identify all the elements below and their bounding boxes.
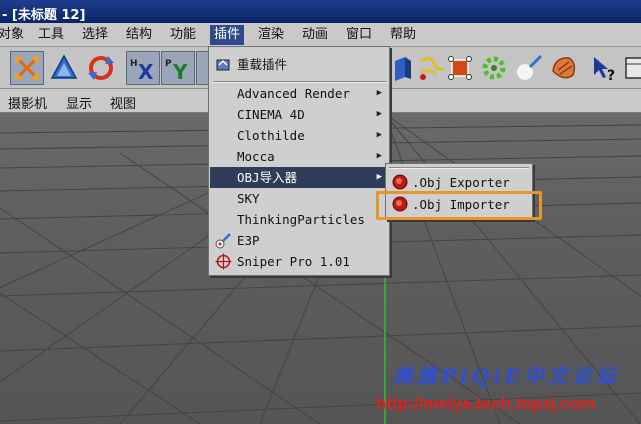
submenu-arrow-icon: ▶ [376,109,382,119]
window-title: - [未标题 12] [2,8,86,23]
main-menubar: 对象 工具 选择 结构 功能 插件 渲染 动画 窗口 帮助 [0,23,641,47]
submenu-arrow-icon: ▶ [376,172,382,182]
menu-selection[interactable]: 选择 [78,26,112,44]
y-axis-icon: P Y [165,59,188,83]
x-axis-lock-button[interactable]: H X [126,51,160,85]
deformer-box-icon [448,56,472,80]
svg-text:?: ? [607,68,615,83]
y-axis-lock-button[interactable]: P Y [161,51,195,85]
svg-text:X: X [138,60,154,83]
menu-animation[interactable]: 动画 [298,26,332,44]
viewport-menu-view[interactable]: 视图 [110,93,136,112]
scale-icon [50,54,78,79]
menu-item-e3p[interactable]: E3P [210,230,388,251]
menu-item-advanced-render[interactable]: Advanced Render ▶ [210,83,388,104]
menu-item-thinking-particles[interactable]: ThinkingParticles [210,209,388,230]
menu-item-mocca[interactable]: Mocca ▶ [210,146,388,167]
menu-item-label: .Obj Exporter [412,175,510,190]
light-object-button[interactable] [512,51,546,85]
menu-item-label: OBJ导入器 [237,170,298,185]
menu-item-obj-importer[interactable]: OBJ导入器 ▶ [210,167,388,188]
window-title-bar: - [未标题 12] [0,0,641,23]
sphere-material-icon [552,57,576,79]
menu-help[interactable]: 帮助 [386,26,420,44]
menu-item-cinema-4d[interactable]: CINEMA 4D ▶ [210,104,388,125]
menu-item-label: Mocca [237,149,275,164]
menu-item-sniper-pro[interactable]: Sniper Pro 1.01 [210,251,388,272]
watermark-forum-name: 美雅PiQiE中文论坛 [393,364,620,388]
menu-structure[interactable]: 结构 [122,26,156,44]
menu-item-obj-exporter[interactable]: .Obj Exporter [387,172,531,193]
obj-exporter-icon [392,174,408,190]
e3p-icon [215,233,231,249]
menu-item-reload-plugins[interactable]: 重载插件 [210,54,388,75]
plugins-dropdown-menu: 重载插件 Advanced Render ▶ CINEMA 4D ▶ Cloth… [208,46,390,276]
nurbs-object-button[interactable] [443,51,477,85]
menu-item-label: CINEMA 4D [237,107,305,122]
rotate-icon [88,56,114,80]
crosshair-icon [215,253,232,270]
array-object-button[interactable] [477,51,511,85]
viewport-menu-display[interactable]: 显示 [66,93,92,112]
light-icon [517,54,543,80]
gear-array-icon [482,56,506,80]
importer-highlight-outline [376,191,542,220]
submenu-arrow-icon: ▶ [376,151,382,161]
menu-item-label: Clothilde [237,128,305,143]
menu-item-sky[interactable]: SKY [210,188,388,209]
render-view-icon [625,57,641,79]
cube-icon [395,57,411,81]
menu-separator [389,167,529,169]
move-tool-button[interactable] [10,51,44,85]
menu-tools[interactable]: 工具 [34,26,68,44]
menu-item-label: Advanced Render [237,86,350,101]
menu-item-clothilde[interactable]: Clothilde ▶ [210,125,388,146]
x-axis-icon: H X [130,59,154,83]
submenu-arrow-icon: ▶ [376,88,382,98]
spline-icon [420,56,445,80]
menu-functions[interactable]: 功能 [166,26,200,44]
svg-text:P: P [165,59,172,69]
move-icon [15,56,39,80]
reload-plugins-icon [216,59,230,71]
menu-item-label: E3P [237,233,260,248]
help-cursor-icon: ? [594,57,615,83]
submenu-arrow-icon: ▶ [376,130,382,140]
context-help-button[interactable]: ? [588,51,622,85]
render-view-button[interactable] [620,51,641,85]
menu-window[interactable]: 窗口 [342,26,376,44]
menu-item-label: 重载插件 [237,57,288,72]
rotate-tool-button[interactable] [84,51,118,85]
menu-item-label: SKY [237,191,260,206]
scale-tool-button[interactable] [47,51,81,85]
menu-item-label: ThinkingParticles [237,212,365,227]
watermark-url: http://meiya.tech.topzj.com [376,394,596,413]
viewport-menu-camera[interactable]: 摄影机 [8,93,47,112]
svg-text:Y: Y [172,60,188,83]
menu-render[interactable]: 渲染 [254,26,288,44]
menu-objects[interactable]: 对象 [0,26,28,44]
svg-text:H: H [130,59,138,69]
menu-item-label: Sniper Pro 1.01 [237,254,350,269]
material-button[interactable] [547,51,581,85]
menu-plugins[interactable]: 插件 [210,25,245,45]
